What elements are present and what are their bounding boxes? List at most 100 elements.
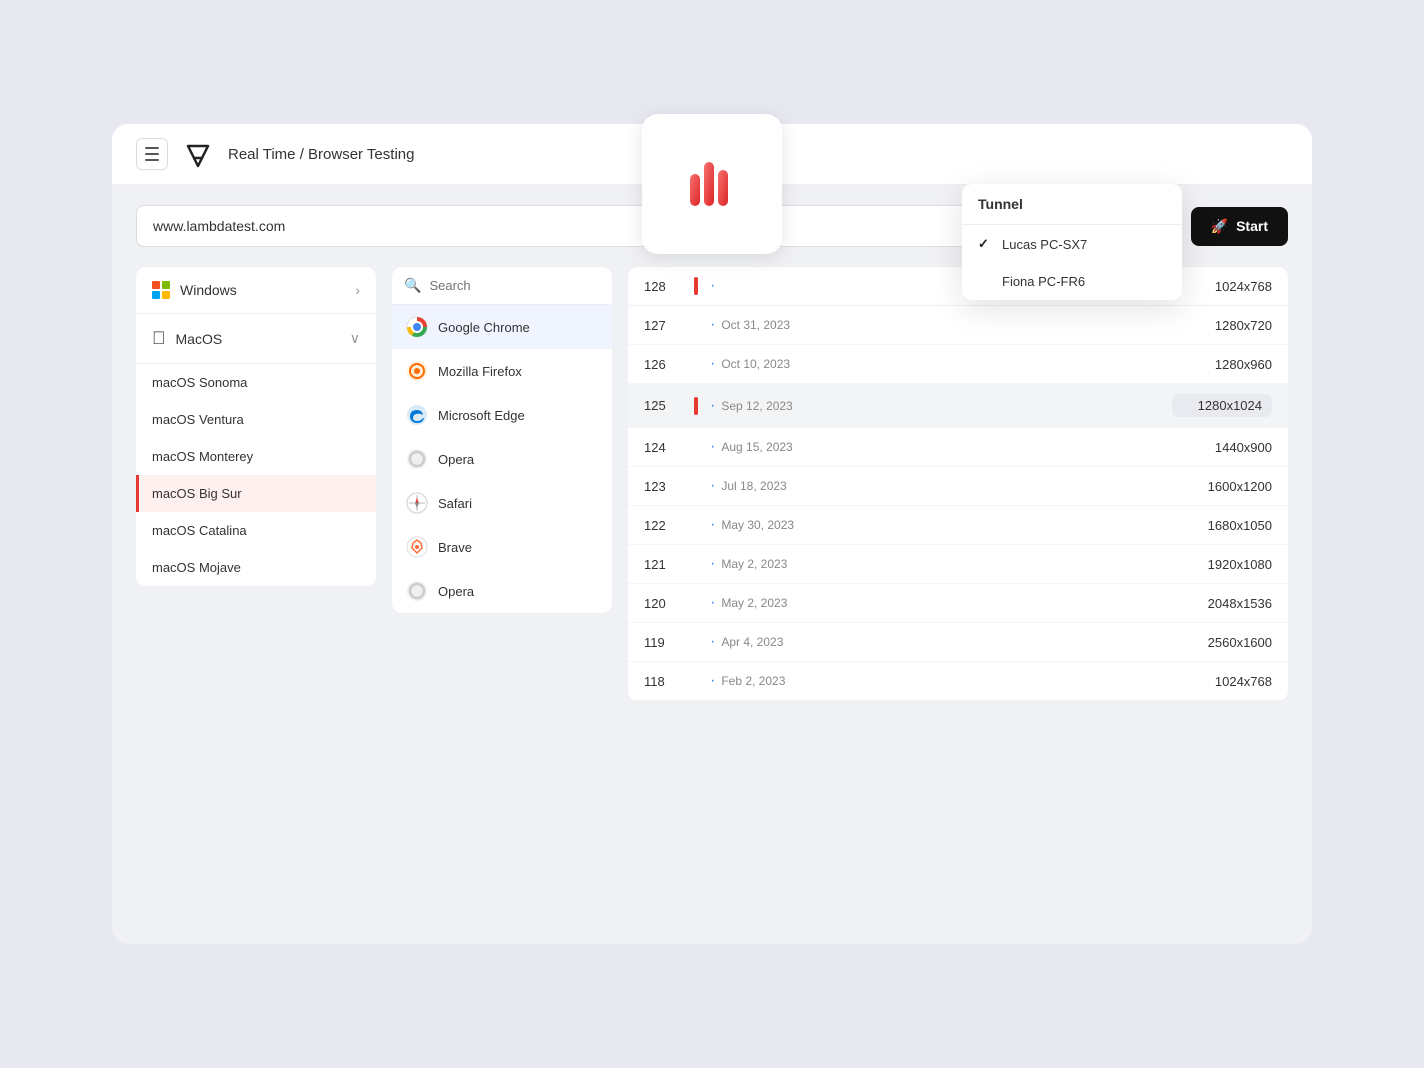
version-row-125[interactable]: 125 Sep 12, 2023 1280x1024 xyxy=(628,384,1288,428)
macos-big-sur[interactable]: macOS Big Sur xyxy=(136,475,376,512)
apple-icon:  xyxy=(152,328,166,349)
edge-label: Microsoft Edge xyxy=(438,408,525,423)
version-128-num: 128 xyxy=(644,279,694,294)
version-row-127[interactable]: 127 Oct 31, 2023 1280x720 xyxy=(628,306,1288,345)
tunnel-option-lucas[interactable]: ✓ Lucas PC-SX7 xyxy=(962,225,1182,263)
tunnel-option-fiona-label: Fiona PC-FR6 xyxy=(1002,274,1085,289)
versions-panel: 128 1024x768 127 Oct 31, 2023 1280x720 1… xyxy=(628,267,1288,701)
version-127-res: 1280x720 xyxy=(1172,318,1272,333)
version-125-res: 1280x1024 xyxy=(1172,394,1272,417)
logo-popup xyxy=(642,114,782,254)
firefox-label: Mozilla Firefox xyxy=(438,364,522,379)
version-127-num: 127 xyxy=(644,318,694,333)
browser-item-safari[interactable]: Safari xyxy=(392,481,612,525)
macos-ventura[interactable]: macOS Ventura xyxy=(136,401,376,438)
chevron-right-icon: › xyxy=(355,282,360,298)
version-125-indicator xyxy=(694,397,698,415)
version-123-num: 123 xyxy=(644,479,694,494)
content-area: Windows ›  MacOS ∨ macOS Sonoma macOS V… xyxy=(112,267,1312,725)
chrome-icon xyxy=(406,316,428,338)
hamburger-button[interactable] xyxy=(136,138,168,170)
version-121-num: 121 xyxy=(644,557,694,572)
version-121-date: May 2, 2023 xyxy=(710,555,1172,573)
version-124-num: 124 xyxy=(644,440,694,455)
opera-icon xyxy=(406,448,428,470)
version-119-num: 119 xyxy=(644,635,694,650)
version-row-128[interactable]: 128 1024x768 xyxy=(628,267,1288,306)
version-126-res: 1280x960 xyxy=(1172,357,1272,372)
version-126-num: 126 xyxy=(644,357,694,372)
start-button[interactable]: 🚀 Start xyxy=(1191,207,1288,246)
version-124-date: Aug 15, 2023 xyxy=(710,438,1172,456)
version-118-date: Feb 2, 2023 xyxy=(710,672,1172,690)
browser-search-box: 🔍 xyxy=(392,267,612,305)
version-127-date: Oct 31, 2023 xyxy=(710,316,1172,334)
header-logo-icon xyxy=(182,138,214,170)
version-123-res: 1600x1200 xyxy=(1172,479,1272,494)
os-panel: Windows ›  MacOS ∨ macOS Sonoma macOS V… xyxy=(136,267,376,586)
os-windows-label: Windows xyxy=(180,282,237,298)
version-124-res: 1440x900 xyxy=(1172,440,1272,455)
browser-item-opera[interactable]: Opera xyxy=(392,437,612,481)
version-row-119[interactable]: 119 Apr 4, 2023 2560x1600 xyxy=(628,623,1288,662)
version-row-120[interactable]: 120 May 2, 2023 2048x1536 xyxy=(628,584,1288,623)
browser-item-chrome[interactable]: Google Chrome xyxy=(392,305,612,349)
os-item-macos[interactable]:  MacOS ∨ xyxy=(136,314,376,364)
check-icon: ✓ xyxy=(978,236,994,252)
tunnel-popup-title: Tunnel xyxy=(962,184,1182,225)
version-row-126[interactable]: 126 Oct 10, 2023 1280x960 xyxy=(628,345,1288,384)
browser-item-brave[interactable]: Brave xyxy=(392,525,612,569)
main-container: Real Time / Browser Testing Tunnel: Inac… xyxy=(112,124,1312,944)
browser-panel: 🔍 xyxy=(392,267,612,613)
chevron-down-icon: ∨ xyxy=(350,330,360,347)
version-123-date: Jul 18, 2023 xyxy=(710,477,1172,495)
version-row-121[interactable]: 121 May 2, 2023 1920x1080 xyxy=(628,545,1288,584)
brave-icon xyxy=(406,536,428,558)
version-row-123[interactable]: 123 Jul 18, 2023 1600x1200 xyxy=(628,467,1288,506)
search-icon: 🔍 xyxy=(404,277,421,294)
windows-icon xyxy=(152,281,170,299)
tunnel-popup: Tunnel ✓ Lucas PC-SX7 Fiona PC-FR6 xyxy=(962,184,1182,300)
header-title: Real Time / Browser Testing xyxy=(228,146,414,163)
macos-monterey[interactable]: macOS Monterey xyxy=(136,438,376,475)
macos-mojave[interactable]: macOS Mojave xyxy=(136,549,376,586)
browser-search-input[interactable] xyxy=(429,278,605,293)
version-125-num: 125 xyxy=(644,398,694,413)
version-122-res: 1680x1050 xyxy=(1172,518,1272,533)
safari-icon xyxy=(406,492,428,514)
browser-item-opera2[interactable]: Opera xyxy=(392,569,612,613)
macos-sonoma[interactable]: macOS Sonoma xyxy=(136,364,376,401)
version-row-118[interactable]: 118 Feb 2, 2023 1024x768 xyxy=(628,662,1288,701)
tunnel-option-fiona[interactable]: Fiona PC-FR6 xyxy=(962,263,1182,300)
version-122-num: 122 xyxy=(644,518,694,533)
version-120-date: May 2, 2023 xyxy=(710,594,1172,612)
version-120-res: 2048x1536 xyxy=(1172,596,1272,611)
version-122-date: May 30, 2023 xyxy=(710,516,1172,534)
browser-item-edge[interactable]: Microsoft Edge xyxy=(392,393,612,437)
os-item-windows[interactable]: Windows › xyxy=(136,267,376,314)
version-row-122[interactable]: 122 May 30, 2023 1680x1050 xyxy=(628,506,1288,545)
opera2-label: Opera xyxy=(438,584,474,599)
version-118-res: 1024x768 xyxy=(1172,674,1272,689)
version-119-res: 2560x1600 xyxy=(1172,635,1272,650)
lambda-logo xyxy=(672,144,752,224)
os-macos-label: MacOS xyxy=(176,331,223,347)
version-128-res: 1024x768 xyxy=(1172,279,1272,294)
brave-label: Brave xyxy=(438,540,472,555)
browser-item-firefox[interactable]: Mozilla Firefox xyxy=(392,349,612,393)
rocket-icon: 🚀 xyxy=(1211,218,1228,235)
opera-label: Opera xyxy=(438,452,474,467)
macos-catalina[interactable]: macOS Catalina xyxy=(136,512,376,549)
safari-label: Safari xyxy=(438,496,472,511)
version-118-num: 118 xyxy=(644,674,694,689)
edge-icon xyxy=(406,404,428,426)
version-row-124[interactable]: 124 Aug 15, 2023 1440x900 xyxy=(628,428,1288,467)
version-120-num: 120 xyxy=(644,596,694,611)
firefox-icon xyxy=(406,360,428,382)
version-121-res: 1920x1080 xyxy=(1172,557,1272,572)
version-126-date: Oct 10, 2023 xyxy=(710,355,1172,373)
chrome-label: Google Chrome xyxy=(438,320,530,335)
version-119-date: Apr 4, 2023 xyxy=(710,633,1172,651)
url-input[interactable] xyxy=(136,205,987,247)
version-128-indicator xyxy=(694,277,698,295)
